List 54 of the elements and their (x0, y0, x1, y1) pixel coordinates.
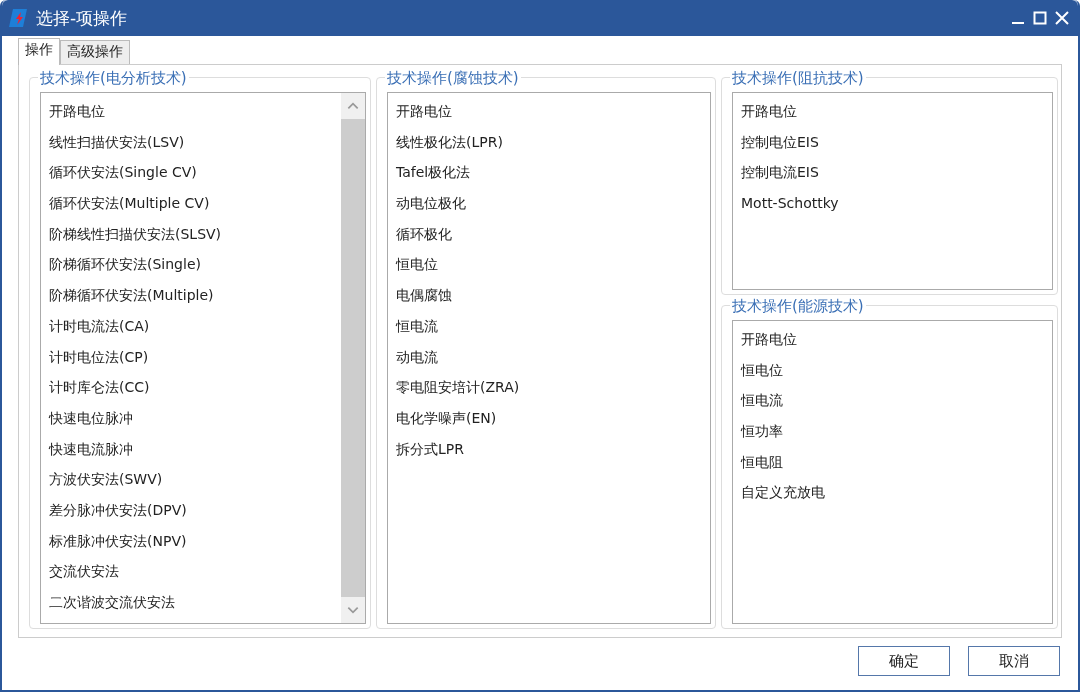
list-item[interactable]: 控制电流EIS (733, 157, 1052, 189)
list-item[interactable]: 阶梯循环伏安法(Multiple) (41, 280, 341, 311)
list-box[interactable]: 开路电位 控制电位EIS 控制电流EIS Mott-Schottky (732, 92, 1053, 290)
list-item[interactable]: 动电流 (388, 341, 710, 373)
list-item[interactable]: 方波伏安法(SWV) (41, 464, 341, 495)
list-item[interactable]: Tafel极化法 (388, 157, 710, 189)
list-box[interactable]: 开路电位 线性极化法(LPR) Tafel极化法 动电位极化 循环极化 恒电位 电偶腐蚀 恒电流 动电流 零电阻安培计(ZRA) 电化学噪声(EN) 拆分式LPR (387, 92, 711, 624)
list-item[interactable]: 开路电位 (41, 96, 341, 127)
list-item[interactable]: 循环伏安法(Multiple CV) (41, 188, 341, 219)
list-item[interactable]: 计时电流法(CA) (41, 310, 341, 342)
list-item[interactable]: 控制电位EIS (733, 126, 1052, 158)
list-item[interactable]: 快速电流脉冲 (41, 433, 341, 465)
list-box[interactable]: 开路电位 恒电位 恒电流 恒功率 恒电阻 自定义充放电 (732, 320, 1053, 624)
list-item[interactable]: 快速电位脉冲 (41, 402, 341, 434)
list-item[interactable]: 恒电流 (733, 385, 1052, 417)
tab[interactable]: 操作 (18, 38, 60, 65)
list-item[interactable]: 开路电位 (733, 324, 1052, 355)
list-item[interactable]: Mott-Schottky (733, 188, 1052, 219)
group-title: 技术操作(电分析技术) (38, 69, 189, 87)
list-item[interactable]: 阶梯循环伏安法(Single) (41, 249, 341, 281)
list-item[interactable]: 恒电位 (388, 249, 710, 281)
tab[interactable]: 高级操作 (60, 40, 130, 64)
group-title: 技术操作(能源技术) (730, 297, 866, 315)
list-item[interactable]: 恒电阻 (733, 446, 1052, 478)
list-item[interactable]: 循环伏安法(Single CV) (41, 157, 341, 189)
list-item[interactable]: 恒电流 (388, 310, 710, 342)
list-item[interactable]: 开路电位 (388, 96, 710, 127)
list-item[interactable]: 开路电位 (733, 96, 1052, 127)
group-title: 技术操作(腐蚀技术) (385, 69, 521, 87)
list-item[interactable]: 交流伏安法 (41, 556, 341, 587)
list-item[interactable]: 零电阻安培计(ZRA) (388, 372, 710, 403)
list-item[interactable]: 二次谐波交流伏安法 (41, 587, 341, 618)
dialog-button[interactable]: 确定 (858, 646, 950, 676)
list-item[interactable]: 循环极化 (388, 218, 710, 250)
list-item[interactable]: 电化学噪声(EN) (388, 402, 710, 434)
list-item[interactable]: 恒功率 (733, 416, 1052, 447)
list-item[interactable]: 恒电位 (733, 354, 1052, 386)
list-item[interactable]: 线性极化法(LPR) (388, 126, 710, 158)
list-item[interactable]: 电偶腐蚀 (388, 280, 710, 311)
list-box[interactable]: 开路电位 线性扫描伏安法(LSV) 循环伏安法(Single CV) 循环伏安法(Multiple CV) 阶梯线性扫描伏安法(SLSV) 阶梯循环伏安法(Single) 阶梯循环伏安法(Multiple) 计时电流法(CA) 计时电位法(CP) 计时库仑法(CC) 快速电位脉冲 快速电流脉冲 方波伏安法(SWV) 差分脉冲伏安法(DPV) 标准脉冲伏安法(NPV) 交流伏安法 二次谐波交流伏安法 (40, 92, 366, 624)
group-title: 技术操作(阻抗技术) (730, 69, 866, 87)
window-title: 选择-项操作 (36, 6, 129, 30)
list-item[interactable]: 计时电位法(CP) (41, 341, 341, 373)
maximize-icon[interactable] (1032, 10, 1048, 26)
list-item[interactable]: 自定义充放电 (733, 477, 1052, 509)
list-item[interactable]: 计时库仑法(CC) (41, 372, 341, 403)
list-item[interactable]: 线性扫描伏安法(LSV) (41, 126, 341, 158)
list-item[interactable]: 动电位极化 (388, 188, 710, 219)
list-item[interactable]: 差分脉冲伏安法(DPV) (41, 494, 341, 526)
dialog-button[interactable]: 取消 (968, 646, 1060, 676)
list-item[interactable]: 标准脉冲伏安法(NPV) (41, 525, 341, 557)
close-icon[interactable] (1054, 10, 1070, 26)
list-item[interactable]: 拆分式LPR (388, 433, 710, 465)
list-item[interactable]: 阶梯线性扫描伏安法(SLSV) (41, 218, 341, 250)
